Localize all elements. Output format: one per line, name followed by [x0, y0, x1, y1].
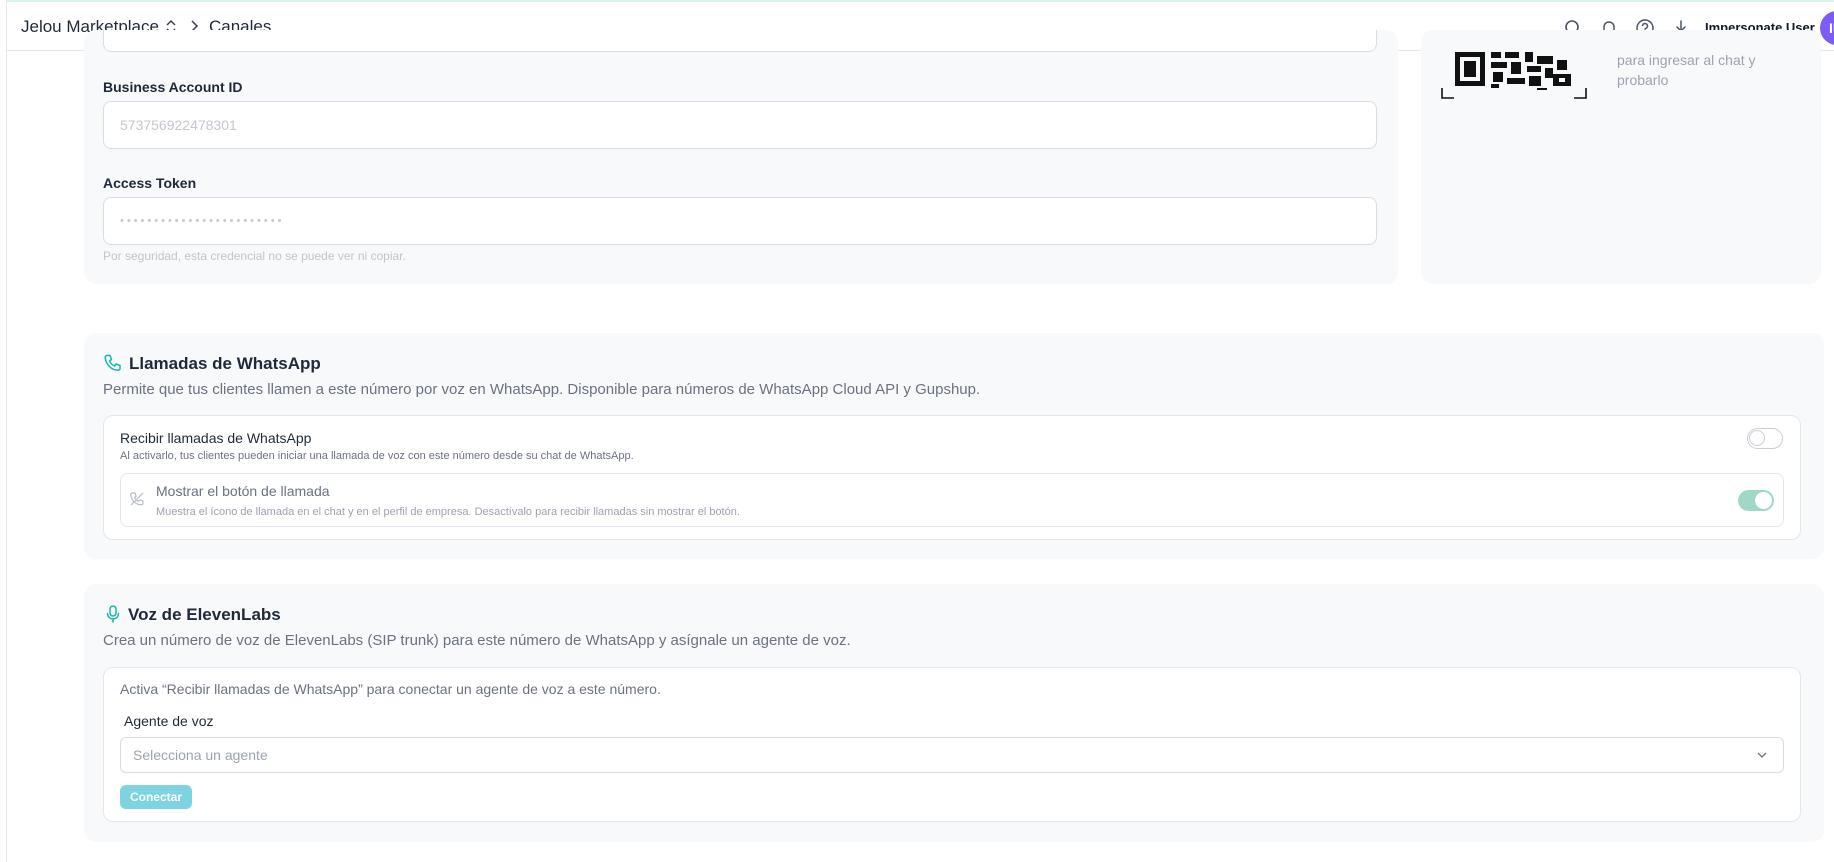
qr-text-line-2: probarlo: [1617, 72, 1669, 88]
show-call-button-toggle[interactable]: [1738, 490, 1774, 511]
receive-calls-subtitle: Al activarlo, tus clientes pueden inicia…: [120, 450, 634, 462]
voice-section-description: Crea un número de voz de ElevenLabs (SIP…: [103, 632, 851, 649]
qr-code-icon: [1441, 52, 1587, 99]
receive-calls-toggle[interactable]: [1747, 428, 1783, 449]
voice-notice: Activa “Recibir llamadas de WhatsApp” pa…: [120, 681, 661, 697]
previous-field-input[interactable]: [103, 30, 1377, 52]
phone-icon: [104, 354, 121, 372]
voice-agent-select[interactable]: Selecciona un agente: [120, 737, 1784, 773]
qr-text-line-1: para ingresar al chat y: [1617, 52, 1756, 68]
access-token-label: Access Token: [103, 175, 197, 191]
receive-calls-title: Recibir llamadas de WhatsApp: [120, 430, 312, 446]
voice-section-title: Voz de ElevenLabs: [128, 605, 281, 624]
business-account-input[interactable]: 573756922478301: [103, 101, 1377, 149]
microphone-icon: [106, 605, 120, 623]
access-token-input[interactable]: ••••••••••••••••••••••••: [103, 197, 1377, 245]
show-call-button-box: [120, 473, 1784, 527]
business-account-label: Business Account ID: [103, 79, 243, 95]
voice-agent-label: Agente de voz: [124, 713, 214, 729]
phone-off-icon: [130, 492, 144, 506]
chevron-down-icon[interactable]: [1756, 749, 1768, 761]
calls-section-title: Llamadas de WhatsApp: [129, 354, 321, 373]
toggle-knob: [1755, 492, 1772, 509]
toggle-knob: [1749, 430, 1765, 446]
voice-agent-placeholder: Selecciona un agente: [133, 747, 268, 763]
credentials-card: [84, 30, 1398, 284]
avatar[interactable]: IU: [1820, 11, 1834, 45]
left-rail: [0, 0, 7, 862]
connect-button[interactable]: Conectar: [120, 785, 192, 809]
access-token-helper: Por seguridad, esta credencial no se pue…: [103, 249, 406, 263]
show-call-button-title: Mostrar el botón de llamada: [156, 483, 330, 499]
calls-section-description: Permite que tus clientes llamen a este n…: [103, 381, 981, 398]
qr-instructions: para ingresar al chat y probarlo: [1617, 50, 1797, 90]
show-call-button-subtitle: Muestra el ícono de llamada en el chat y…: [156, 506, 740, 518]
